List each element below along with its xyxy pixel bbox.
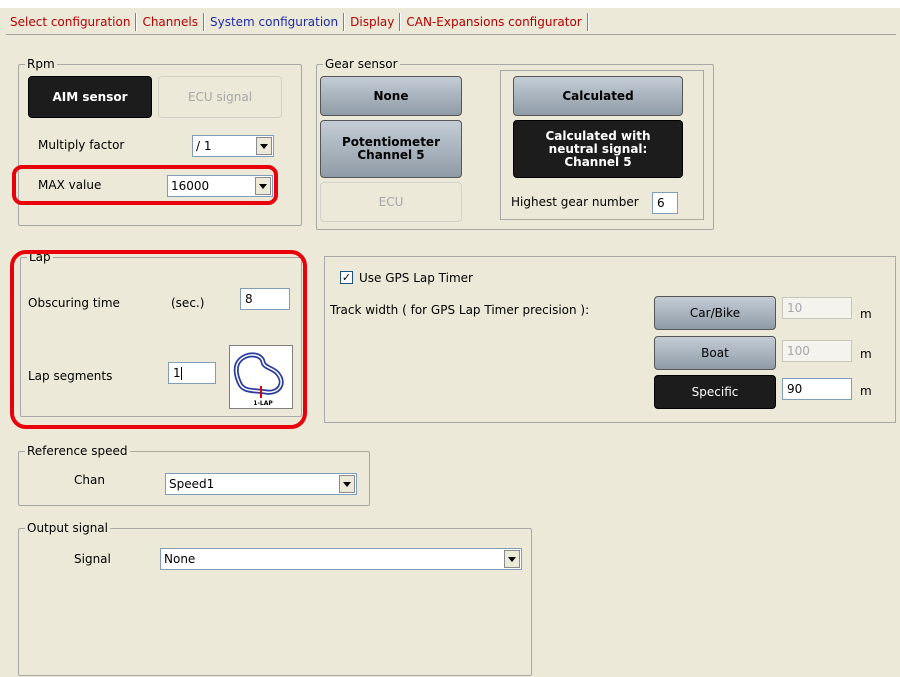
- ecu-signal-button[interactable]: ECU signal: [158, 76, 282, 118]
- tab-channels[interactable]: Channels: [138, 11, 202, 33]
- tab-separator: [586, 13, 589, 31]
- check-icon: ✓: [341, 271, 352, 284]
- multiply-factor-value: / 1: [196, 139, 212, 153]
- tab-underline: [6, 34, 896, 35]
- highest-gear-label: Highest gear number: [511, 195, 639, 209]
- calculated-button[interactable]: Calculated: [513, 76, 683, 116]
- output-signal-legend: Output signal: [25, 521, 110, 535]
- lap-highlight: [10, 250, 307, 429]
- boat-width-input[interactable]: 100: [782, 340, 852, 362]
- potentiometer-line2: Channel 5: [357, 148, 425, 162]
- chevron-down-icon[interactable]: [256, 137, 272, 155]
- tab-system-configuration[interactable]: System configuration: [206, 11, 342, 33]
- calc-neutral-line2: neutral signal:: [548, 141, 648, 156]
- gear-none-button[interactable]: None: [320, 76, 462, 116]
- car-bike-width-input[interactable]: 10: [782, 297, 852, 319]
- tab-bar: Select configuration Channels System con…: [6, 10, 590, 34]
- track-width-label: Track width ( for GPS Lap Timer precisio…: [330, 303, 590, 317]
- chan-label: Chan: [74, 473, 105, 487]
- chevron-down-icon[interactable]: [339, 475, 355, 493]
- chevron-down-icon[interactable]: [504, 550, 520, 568]
- signal-label: Signal: [74, 552, 111, 566]
- tab-display[interactable]: Display: [346, 11, 398, 33]
- car-bike-unit: m: [860, 307, 872, 321]
- output-signal-value: None: [164, 552, 196, 566]
- specific-unit: m: [860, 384, 872, 398]
- tab-separator: [399, 13, 402, 31]
- output-signal-select[interactable]: None: [160, 548, 522, 570]
- calc-neutral-line1: Calculated with: [545, 128, 651, 143]
- gear-ecu-button[interactable]: ECU: [320, 182, 462, 222]
- tab-can-expansions[interactable]: CAN-Expansions configurator: [402, 11, 585, 33]
- tab-select-configuration[interactable]: Select configuration: [6, 11, 134, 33]
- boat-button[interactable]: Boat: [654, 336, 776, 370]
- tab-separator: [343, 13, 346, 31]
- use-gps-label: Use GPS Lap Timer: [359, 271, 473, 285]
- use-gps-checkbox[interactable]: ✓: [340, 271, 353, 284]
- multiply-factor-label: Multiply factor: [38, 138, 125, 152]
- specific-width-input[interactable]: 90: [782, 378, 852, 400]
- reference-speed-value: Speed1: [169, 477, 215, 491]
- rpm-legend: Rpm: [25, 57, 57, 71]
- potentiometer-button[interactable]: Potentiometer Channel 5: [320, 120, 462, 178]
- multiply-factor-select[interactable]: / 1: [192, 135, 274, 157]
- highest-gear-input[interactable]: 6: [652, 192, 678, 214]
- reference-speed-select[interactable]: Speed1: [165, 473, 357, 495]
- calculated-neutral-button[interactable]: Calculated with neutral signal: Channel …: [513, 120, 683, 178]
- boat-unit: m: [860, 347, 872, 361]
- top-strip: [0, 0, 900, 8]
- max-value-highlight: [12, 165, 278, 205]
- aim-sensor-button[interactable]: AIM sensor: [28, 76, 152, 118]
- calc-neutral-line3: Channel 5: [564, 154, 632, 169]
- tab-separator: [135, 13, 138, 31]
- specific-button[interactable]: Specific: [654, 375, 776, 409]
- car-bike-button[interactable]: Car/Bike: [654, 296, 776, 330]
- reference-speed-legend: Reference speed: [25, 444, 130, 458]
- gear-sensor-legend: Gear sensor: [323, 57, 400, 71]
- tab-separator: [202, 13, 205, 31]
